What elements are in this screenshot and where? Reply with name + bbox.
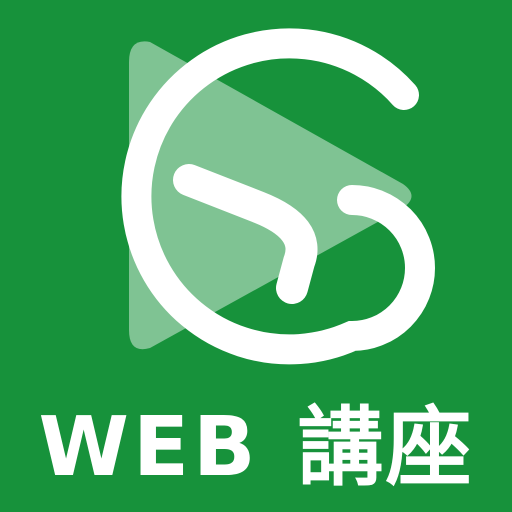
app-icon: WEB 講座 (0, 0, 512, 512)
caption-cjk-text: 講座 (297, 398, 474, 498)
caption: WEB 講座 (0, 392, 512, 504)
caption-latin-text: WEB (38, 400, 260, 495)
